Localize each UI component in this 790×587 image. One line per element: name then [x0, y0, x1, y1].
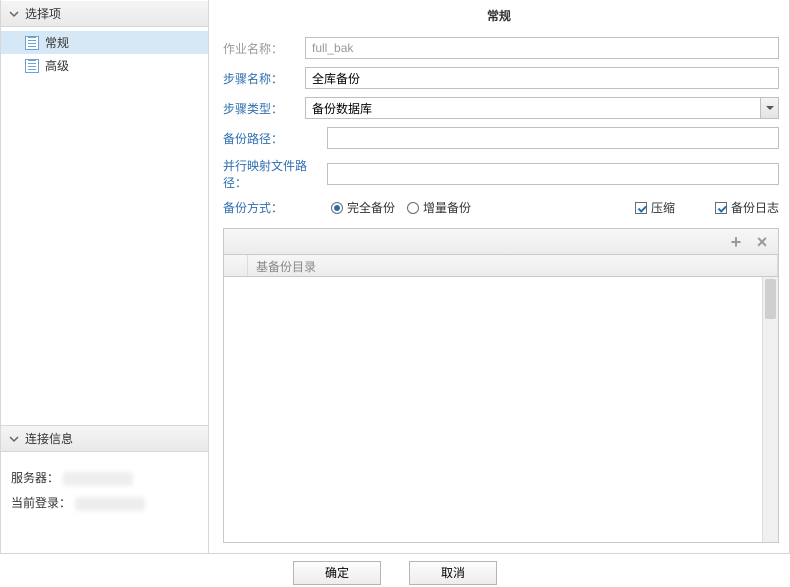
- job-name-input: [305, 37, 779, 59]
- backup-mode-label: 备份方式：: [223, 199, 327, 216]
- login-label: 当前登录：: [11, 491, 71, 516]
- scrollbar-thumb[interactable]: [765, 279, 776, 319]
- accordion-options-label: 选择项: [25, 5, 61, 22]
- grid-header-rownum: [224, 255, 248, 276]
- sidebar-item-label: 常规: [45, 34, 69, 51]
- dialog-footer: 确定 取消: [0, 554, 790, 587]
- step-type-value[interactable]: [306, 98, 760, 118]
- checkbox-log-label: 备份日志: [731, 199, 779, 216]
- step-name-label: 步骤名称：: [223, 70, 305, 87]
- backup-path-input[interactable]: [327, 127, 779, 149]
- scrollbar-vertical[interactable]: [762, 277, 778, 542]
- panel-title: 常规: [209, 0, 789, 31]
- dropdown-button[interactable]: [760, 98, 778, 118]
- step-name-input[interactable]: [305, 67, 779, 89]
- checkbox-compress-label: 压缩: [651, 199, 675, 216]
- add-icon[interactable]: +: [728, 234, 744, 250]
- radio-icon: [331, 202, 343, 214]
- delete-icon[interactable]: ×: [754, 234, 770, 250]
- connection-info: 服务器： 当前登录：: [1, 452, 208, 553]
- sidebar-item-general[interactable]: 常规: [1, 31, 208, 54]
- radio-incremental-backup[interactable]: 增量备份: [407, 199, 471, 216]
- server-label: 服务器：: [11, 466, 59, 491]
- radio-full-label: 完全备份: [347, 199, 395, 216]
- parallel-map-label: 并行映射文件路径：: [223, 157, 327, 191]
- accordion-connection-label: 连接信息: [25, 430, 73, 447]
- document-icon: [25, 36, 39, 50]
- step-type-select[interactable]: [305, 97, 779, 119]
- server-value-redacted: [63, 472, 133, 486]
- left-sidebar: 选择项 常规 高级 连接信息 服务器： 当前登录：: [1, 0, 209, 553]
- main-panel: 常规 作业名称： 步骤名称： 步骤类型： 备份路径：: [209, 0, 789, 553]
- base-backup-grid: + × 基备份目录: [223, 228, 779, 543]
- chevron-down-icon: [9, 9, 19, 19]
- chevron-down-icon: [766, 106, 774, 110]
- checkbox-compress[interactable]: 压缩: [635, 199, 675, 216]
- options-tree: 常规 高级: [1, 27, 208, 425]
- checkbox-backup-log[interactable]: 备份日志: [715, 199, 779, 216]
- sidebar-item-advanced[interactable]: 高级: [1, 54, 208, 77]
- radio-icon: [407, 202, 419, 214]
- cancel-button[interactable]: 取消: [409, 561, 497, 585]
- checkbox-icon: [635, 202, 647, 214]
- job-name-label: 作业名称：: [223, 40, 305, 57]
- accordion-connection-header[interactable]: 连接信息: [1, 425, 208, 452]
- document-icon: [25, 59, 39, 73]
- chevron-down-icon: [9, 434, 19, 444]
- backup-path-label: 备份路径：: [223, 130, 327, 147]
- ok-button[interactable]: 确定: [293, 561, 381, 585]
- accordion-options-header[interactable]: 选择项: [1, 0, 208, 27]
- checkbox-icon: [715, 202, 727, 214]
- login-value-redacted: [75, 497, 145, 511]
- radio-full-backup[interactable]: 完全备份: [331, 199, 395, 216]
- step-type-label: 步骤类型：: [223, 100, 305, 117]
- grid-header-col1: 基备份目录: [248, 255, 778, 276]
- parallel-map-input[interactable]: [327, 163, 779, 185]
- grid-header: 基备份目录: [224, 255, 778, 277]
- grid-body[interactable]: [224, 277, 778, 542]
- radio-incr-label: 增量备份: [423, 199, 471, 216]
- grid-toolbar: + ×: [224, 229, 778, 255]
- sidebar-item-label: 高级: [45, 57, 69, 74]
